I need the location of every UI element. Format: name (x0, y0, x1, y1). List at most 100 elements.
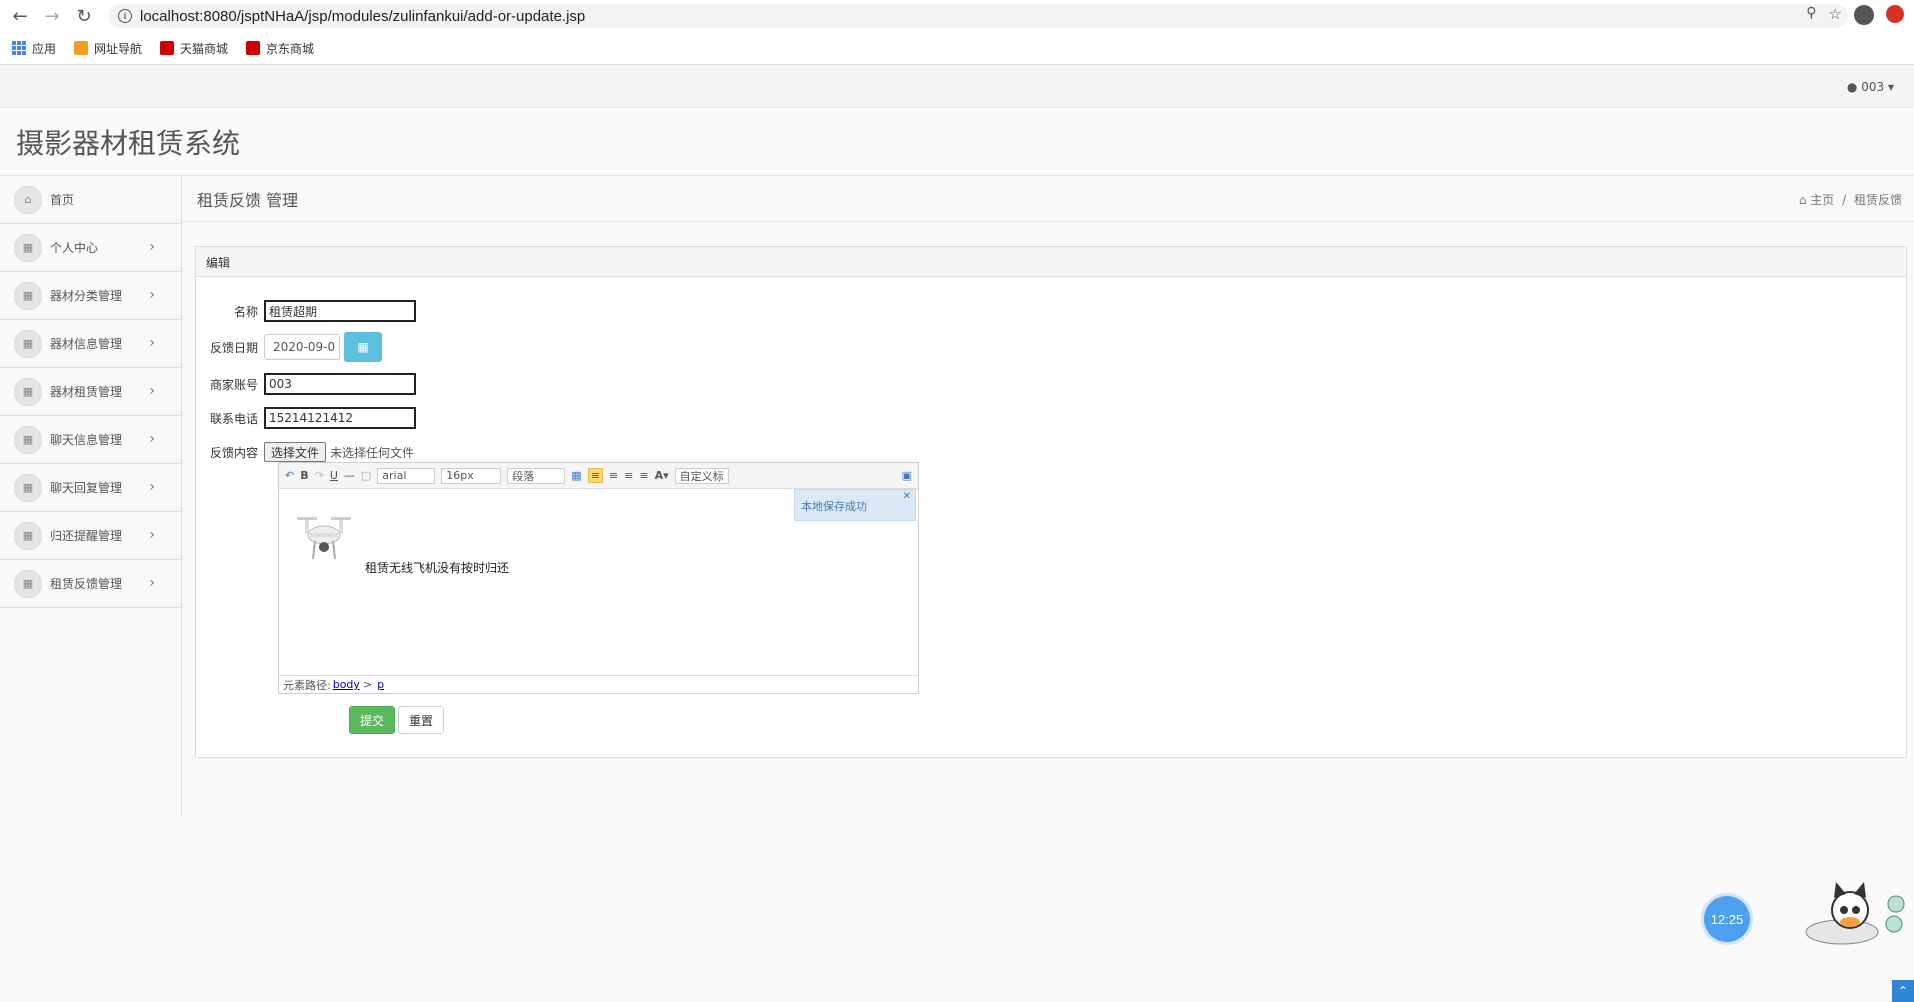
scroll-top-button[interactable]: ⌃ (1892, 980, 1914, 1002)
home-icon: ⌂ (1798, 193, 1807, 207)
chevron-right-icon: › (149, 239, 155, 255)
fullscreen-icon[interactable]: ▣ (902, 469, 912, 482)
date-label: 反馈日期 (209, 340, 258, 355)
undo-icon[interactable]: ↶ (285, 469, 294, 482)
custom-title-select[interactable]: 自定义标 (674, 467, 729, 484)
star-icon[interactable]: ☆ (1829, 5, 1842, 25)
font-family-select[interactable]: arial (377, 467, 436, 484)
back-icon[interactable]: ← (8, 4, 32, 28)
justify-icon[interactable]: ≡ (639, 469, 648, 482)
name-field[interactable]: 租赁超期 (264, 300, 416, 322)
bookmark-jd[interactable]: 京东商城 (246, 40, 314, 57)
table-icon: ▦ (14, 377, 42, 406)
close-icon[interactable]: ✕ (903, 491, 911, 502)
font-size-value: 16px (446, 469, 474, 482)
editor-toolbar: ↶ B ↷ U — □ arial 16px 段落 ▦ ≡ ≡ ≡ ≡ A▾ 自… (279, 463, 918, 489)
breadcrumb-separator: / (1842, 193, 1847, 207)
url-text: localhost:8080/jsptNHaA/jsp/modules/zuli… (140, 7, 586, 25)
address-bar[interactable]: i localhost:8080/jsptNHaA/jsp/modules/zu… (108, 4, 1848, 28)
cat-mascot-image (1805, 882, 1905, 945)
name-row: 名称 租赁超期 (206, 300, 416, 322)
submit-button[interactable]: 提交 (349, 706, 395, 734)
breadcrumb-current: 租赁反馈 (1853, 193, 1902, 207)
info-icon[interactable]: i (118, 9, 132, 23)
drone-image (297, 517, 351, 560)
path-separator: > (362, 678, 373, 691)
redo-icon[interactable]: ↷ (315, 469, 324, 482)
bookmark-label: 天猫商城 (180, 41, 229, 56)
sidebar-item-category[interactable]: ▦ 器材分类管理 › (0, 272, 181, 320)
update-icon[interactable] (1886, 5, 1904, 23)
chevron-right-icon: › (149, 479, 155, 495)
font-size-select[interactable]: 16px (441, 467, 502, 484)
sidebar-item-feedback[interactable]: ▦ 租赁反馈管理 › (0, 560, 181, 608)
align-center-icon[interactable]: ≡ (609, 469, 618, 482)
user-icon: ● (1846, 80, 1858, 94)
content-row: 反馈内容 选择文件 未选择任何文件 (206, 442, 414, 462)
zoom-icon[interactable]: ⚲ (1806, 5, 1816, 25)
app-topbar: ● 003 ▾ (0, 66, 1914, 108)
calendar-button[interactable]: ▦ (344, 332, 382, 362)
chevron-right-icon: › (149, 287, 155, 303)
sidebar-item-label: 聊天回复管理 (50, 481, 123, 495)
bookmark-nav[interactable]: 网址导航 (74, 40, 142, 57)
font-family-value: arial (382, 469, 407, 482)
profile-icon[interactable] (1854, 5, 1874, 25)
saved-tip-text: 本地保存成功 (801, 500, 867, 513)
path-body-link[interactable]: body (333, 678, 360, 691)
bookmark-tmall[interactable]: 天猫商城 (160, 40, 228, 57)
bold-icon[interactable]: B (300, 469, 308, 482)
sidebar-item-chat[interactable]: ▦ 聊天信息管理 › (0, 416, 181, 464)
sidebar-item-home[interactable]: ⌂ 首页 (0, 176, 181, 224)
sidebar-item-equipment[interactable]: ▦ 器材信息管理 › (0, 320, 181, 368)
choose-file-button[interactable]: 选择文件 (264, 442, 327, 462)
horizontal-rule-icon[interactable]: — (344, 469, 355, 482)
table-icon: ▦ (14, 425, 42, 454)
chevron-right-icon: › (149, 431, 155, 447)
page-icon[interactable]: □ (361, 469, 371, 482)
local-save-tip: 本地保存成功 ✕ (794, 489, 916, 521)
underline-icon[interactable]: U (330, 469, 338, 482)
file-status: 未选择任何文件 (330, 445, 415, 460)
chevron-right-icon: › (149, 383, 155, 399)
reset-button[interactable]: 重置 (398, 706, 444, 734)
clock-widget[interactable]: 12:25 (1704, 896, 1750, 942)
table-icon: ▦ (14, 281, 42, 310)
align-right-icon[interactable]: ≡ (624, 469, 633, 482)
chevron-right-icon: › (149, 335, 155, 351)
sidebar-item-return-reminder[interactable]: ▦ 归还提醒管理 › (0, 512, 181, 560)
editor-body[interactable]: 租赁无线飞机没有按时归还 本地保存成功 ✕ (279, 489, 918, 675)
forward-icon[interactable]: → (40, 4, 64, 28)
bookmark-apps[interactable]: 应用 (12, 40, 56, 57)
breadcrumb-home[interactable]: 主页 (1810, 193, 1834, 207)
table-icon[interactable]: ▦ (571, 469, 581, 482)
bookmark-label: 应用 (32, 41, 57, 56)
user-menu[interactable]: ● 003 ▾ (1847, 80, 1894, 94)
chevron-right-icon: › (149, 527, 155, 543)
bookmark-label: 网址导航 (94, 41, 143, 56)
sidebar-item-profile[interactable]: ▦ 个人中心 › (0, 224, 181, 272)
paragraph-value: 段落 (512, 469, 535, 483)
paragraph-select[interactable]: 段落 (507, 467, 566, 484)
phone-field[interactable]: 15214121412 (264, 407, 416, 429)
brand-bar: 摄影器材租赁系统 (0, 108, 1914, 176)
sidebar-item-label: 器材信息管理 (50, 337, 123, 351)
font-color-icon[interactable]: A▾ (655, 469, 669, 482)
app-title: 摄影器材租赁系统 (16, 127, 241, 160)
content-label: 反馈内容 (209, 445, 258, 460)
jd-icon (246, 41, 261, 55)
chevron-up-icon: ⌃ (1897, 984, 1909, 998)
path-p-link[interactable]: p (377, 678, 384, 691)
date-row: 反馈日期 2020-09-0 ▦ (206, 332, 382, 362)
table-icon: ▦ (14, 569, 42, 598)
account-field[interactable]: 003 (264, 373, 416, 395)
breadcrumb: ⌂ 主页 / 租赁反馈 (1799, 191, 1902, 208)
chevron-right-icon: › (149, 575, 155, 591)
table-icon: ▦ (14, 233, 42, 262)
date-field[interactable]: 2020-09-0 (264, 334, 340, 360)
reload-icon[interactable]: ↻ (72, 4, 96, 28)
sidebar-item-rental[interactable]: ▦ 器材租赁管理 › (0, 368, 181, 416)
align-left-icon[interactable]: ≡ (587, 468, 603, 483)
sidebar-item-chat-reply[interactable]: ▦ 聊天回复管理 › (0, 464, 181, 512)
user-name: 003 (1861, 80, 1885, 94)
